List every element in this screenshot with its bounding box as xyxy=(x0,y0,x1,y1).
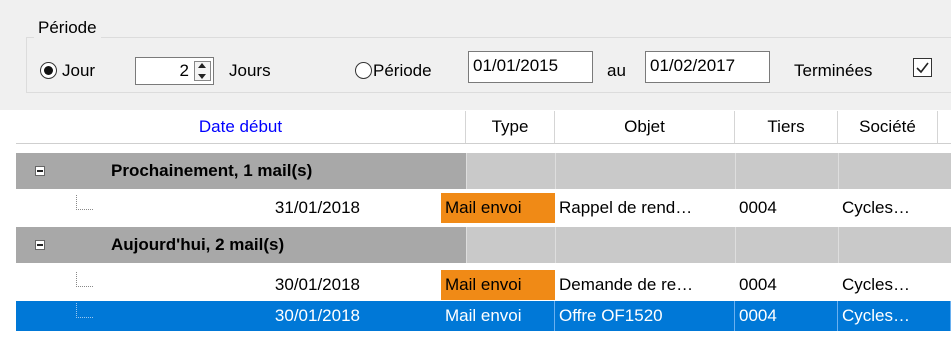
cell-objet: Rappel de rend… xyxy=(559,198,693,217)
cell-date: 30/01/2018 xyxy=(274,306,360,325)
table-row[interactable]: 31/01/2018 Mail envoi Rappel de rend… 00… xyxy=(16,193,951,223)
days-value: 2 xyxy=(179,61,189,80)
cell-objet: Demande de re… xyxy=(559,275,694,294)
grid-header: Date début Type Objet Tiers Société xyxy=(16,111,951,144)
col-societe[interactable]: Société xyxy=(838,111,938,143)
period-group-title: Période xyxy=(34,17,101,39)
cell-societe: Cycles… xyxy=(838,301,951,331)
checkmark-icon xyxy=(916,62,929,74)
collapse-minus-icon[interactable] xyxy=(35,166,45,176)
date-from-field[interactable]: 01/01/2015 xyxy=(468,51,593,83)
group-row-aujourdhui[interactable]: Aujourd'hui, 2 mail(s) xyxy=(16,227,951,263)
cell-type: Mail envoi xyxy=(441,193,555,223)
arrow-down-icon[interactable] xyxy=(198,74,206,79)
group-band-cell xyxy=(555,227,735,263)
col-type[interactable]: Type xyxy=(466,111,555,143)
group-band-cell xyxy=(838,227,951,263)
cell-societe: Cycles… xyxy=(842,275,911,294)
col-date-debut[interactable]: Date début xyxy=(16,111,466,143)
periode-radio[interactable] xyxy=(355,62,372,79)
jour-label: Jour xyxy=(62,61,96,80)
cell-date: 31/01/2018 xyxy=(274,198,360,217)
group-band-cell xyxy=(735,153,838,189)
terminees-label: Terminées xyxy=(794,61,873,80)
days-stepper[interactable]: 2 xyxy=(135,57,214,85)
group-band-cell xyxy=(838,153,951,189)
group-title: Aujourd'hui, 2 mail(s) xyxy=(111,235,285,254)
group-band-cell xyxy=(735,227,838,263)
cell-tiers: 0004 xyxy=(735,301,838,331)
arrow-up-icon[interactable] xyxy=(198,63,206,68)
group-band-cell xyxy=(466,153,555,189)
cell-date: 30/01/2018 xyxy=(274,275,360,294)
cell-tiers: 0004 xyxy=(739,198,777,217)
group-band-cell xyxy=(466,227,555,263)
stepper-buttons[interactable] xyxy=(194,61,211,81)
radio-selected-dot xyxy=(44,66,53,75)
table-row[interactable]: 30/01/2018 Mail envoi Demande de re… 000… xyxy=(16,270,951,300)
cell-type: Mail envoi xyxy=(441,301,555,331)
au-label: au xyxy=(607,61,626,80)
collapse-minus-icon[interactable] xyxy=(35,240,45,250)
days-unit-label: Jours xyxy=(229,61,271,80)
group-band-cell xyxy=(555,153,735,189)
periode-label: Période xyxy=(373,61,432,80)
table-row-selected[interactable]: 30/01/2018 Mail envoi Offre OF1520 0004 … xyxy=(16,301,951,331)
date-to-field[interactable]: 01/02/2017 xyxy=(645,51,770,83)
terminees-checkbox[interactable] xyxy=(913,58,932,77)
col-tiers[interactable]: Tiers xyxy=(735,111,838,143)
jour-radio[interactable] xyxy=(40,62,57,79)
cell-type: Mail envoi xyxy=(441,270,555,300)
cell-objet: Offre OF1520 xyxy=(555,301,735,331)
cell-societe: Cycles… xyxy=(842,198,911,217)
col-objet[interactable]: Objet xyxy=(555,111,735,143)
group-title: Prochainement, 1 mail(s) xyxy=(111,161,313,180)
group-row-prochainement[interactable]: Prochainement, 1 mail(s) xyxy=(16,153,951,189)
cell-tiers: 0004 xyxy=(739,275,777,294)
